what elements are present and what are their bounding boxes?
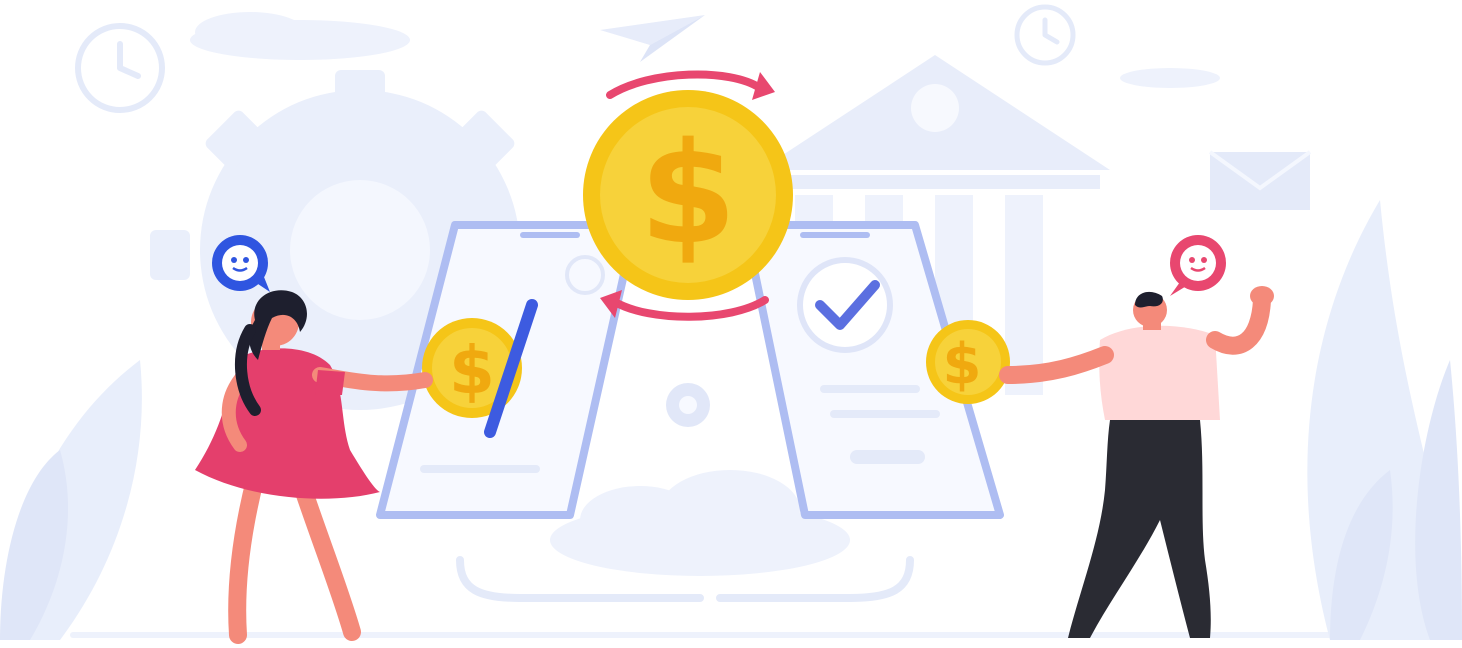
clock-icon	[75, 23, 165, 113]
dollar-coin-icon: $	[926, 320, 1010, 404]
gear-icon	[666, 383, 710, 427]
check-icon	[797, 257, 893, 353]
money-transfer-illustration: $ $ $	[0, 4, 1462, 644]
coin-symbol: $	[943, 332, 982, 397]
coin-symbol: $	[449, 332, 495, 409]
envelope-icon	[1208, 150, 1312, 210]
chat-bubble-icon	[1170, 235, 1226, 296]
man-figure	[999, 286, 1274, 638]
clock-icon	[1014, 4, 1076, 66]
paper-plane-icon	[600, 15, 705, 62]
coin-symbol: $	[639, 113, 736, 276]
dollar-coin-icon: $	[583, 90, 793, 300]
